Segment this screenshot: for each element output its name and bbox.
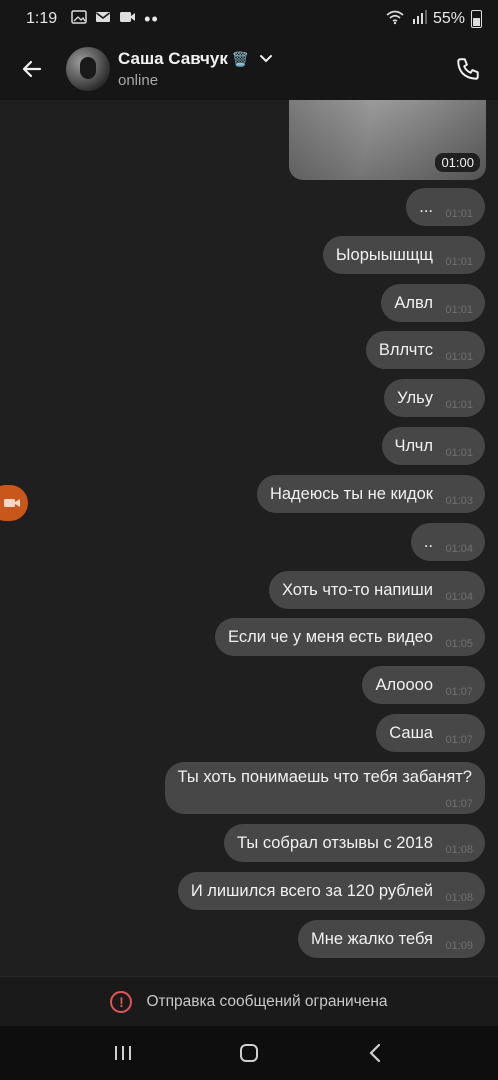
message-time: 01:07 (445, 798, 473, 810)
chevron-left-icon (369, 1043, 381, 1063)
trash-emoji-icon: 🗑️ (231, 50, 250, 67)
signal-icon (411, 9, 427, 30)
image-icon (71, 9, 87, 29)
message-text: Если че у меня есть видео (228, 627, 433, 646)
avatar[interactable] (66, 47, 110, 91)
message-time: 01:01 (445, 256, 473, 268)
message-time: 01:01 (445, 351, 473, 363)
battery-percent: 55% (432, 10, 465, 27)
message-bubble[interactable]: Если че у меня есть видео 01:05 (215, 618, 485, 656)
floating-video-button[interactable] (0, 485, 28, 521)
message-time: 01:01 (445, 304, 473, 316)
message-time: 01:08 (445, 892, 473, 904)
message-bubble[interactable]: Саша 01:07 (376, 714, 485, 752)
message-text: .. (423, 532, 433, 551)
message-bubble[interactable]: ... 01:01 (406, 188, 485, 226)
message-time: 01:09 (445, 940, 473, 952)
message-bubble[interactable]: Хоть что-то напиши 01:04 (268, 571, 485, 609)
message-time: 01:01 (445, 208, 473, 220)
message-text: Алвл (394, 293, 433, 312)
nav-back-button[interactable] (345, 1026, 405, 1080)
message-time: 01:07 (445, 734, 473, 746)
message-text: Алоооо (375, 675, 433, 694)
message-text: Ты хоть понимаешь что тебя забанят? (177, 768, 472, 786)
message-time: 01:01 (445, 447, 473, 459)
message-time: 01:01 (445, 399, 473, 411)
home-icon (240, 1044, 258, 1062)
arrow-left-icon (22, 60, 42, 78)
message-bubble[interactable]: Вллчтс 01:01 (365, 331, 485, 369)
message-text: Хоть что-то напиши (281, 580, 433, 599)
message-bubble[interactable]: Ульу 01:01 (384, 379, 485, 417)
back-button[interactable] (0, 38, 64, 100)
message-time: 01:05 (445, 638, 473, 650)
chat-header: Саша Савчук 🗑️ online (0, 38, 498, 100)
message-bubble[interactable]: Мне жалко тебя 01:09 (297, 920, 485, 958)
message-bubble[interactable]: И лишился всего за 120 рублей 01:08 (177, 872, 485, 910)
message-text: Вллчтс (378, 340, 433, 359)
wifi-icon (385, 9, 405, 30)
battery-icon (471, 10, 482, 28)
restriction-message: Отправка сообщений ограничена (146, 992, 388, 1010)
message-text: И лишился всего за 120 рублей (190, 881, 433, 900)
message-text: Ты собрал отзывы с 2018 (237, 833, 433, 852)
video-duration: 01:00 (435, 153, 480, 172)
message-bubble[interactable]: Ты хоть понимаешь что тебя забанят? 01:0… (164, 762, 485, 814)
message-text: Мне жалко тебя (310, 929, 433, 948)
chevron-down-icon[interactable] (259, 54, 273, 64)
status-bar: 1:19 •• 55% (0, 0, 498, 38)
message-time: 01:04 (445, 591, 473, 603)
home-button[interactable] (219, 1026, 279, 1080)
message-text: Надеюсь ты не кидок (269, 484, 433, 503)
phone-icon (457, 58, 479, 80)
message-text: Саша (389, 723, 433, 742)
message-text: ... (419, 197, 433, 216)
video-icon (119, 10, 136, 29)
message-bubble[interactable]: Ты собрал отзывы с 2018 01:08 (224, 824, 485, 862)
message-list[interactable]: 01:00 ... 01:01 Ыорыышщщ 01:01 Алвл 01:0… (0, 100, 498, 976)
contact-name: Саша Савчук (118, 49, 228, 68)
status-time: 1:19 (26, 10, 58, 27)
more-dots-icon: •• (144, 9, 159, 29)
video-message[interactable]: 01:00 (289, 100, 486, 180)
message-text: Члчл (394, 436, 434, 455)
message-time: 01:04 (445, 543, 473, 555)
recent-apps-button[interactable] (93, 1026, 153, 1080)
message-bubble[interactable]: Алоооо 01:07 (362, 666, 485, 704)
message-bubble[interactable]: Надеюсь ты не кидок 01:03 (256, 475, 485, 513)
message-text: Ыорыышщщ (335, 245, 433, 264)
message-bubble[interactable]: Алвл 01:01 (381, 284, 485, 322)
message-time: 01:07 (445, 686, 473, 698)
contact-title[interactable]: Саша Савчук 🗑️ online (118, 49, 273, 89)
recent-apps-icon (115, 1046, 131, 1060)
call-button[interactable] (438, 38, 498, 100)
message-bubble[interactable]: .. 01:04 (410, 523, 485, 561)
message-bubble[interactable]: Ыорыышщщ 01:01 (322, 236, 485, 274)
video-camera-icon (4, 499, 20, 507)
message-time: 01:08 (445, 844, 473, 856)
message-text: Ульу (397, 388, 433, 407)
warning-icon: ! (110, 990, 133, 1013)
presence-status: online (118, 72, 159, 89)
message-time: 01:03 (445, 495, 473, 507)
message-bubble[interactable]: Члчл 01:01 (381, 427, 485, 465)
mail-icon (95, 10, 111, 29)
restriction-banner: ! Отправка сообщений ограничена (0, 976, 498, 1026)
system-nav-bar (0, 1026, 498, 1080)
